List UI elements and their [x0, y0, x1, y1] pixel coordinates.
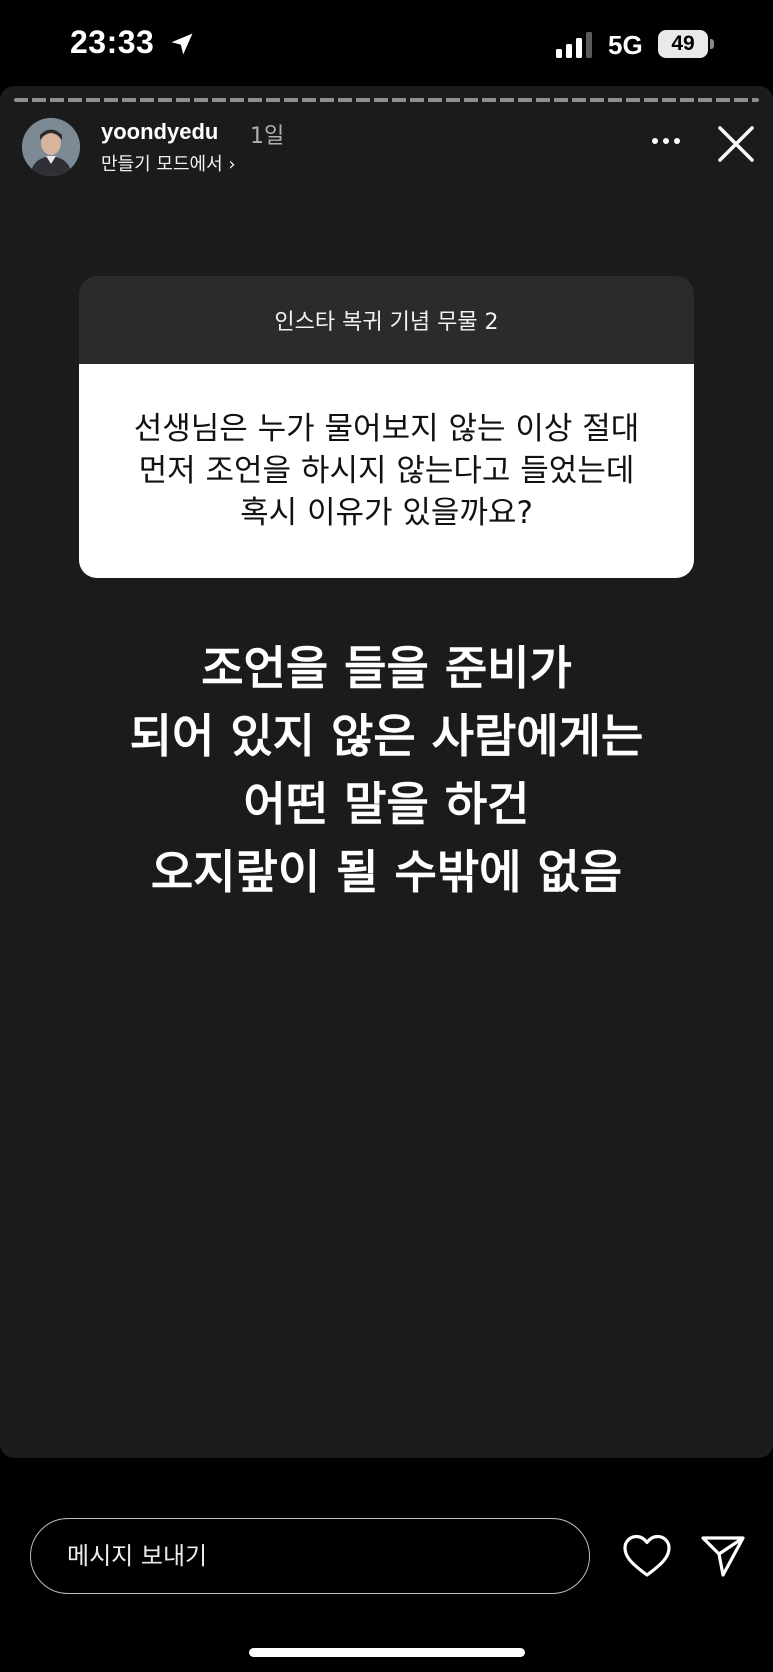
- avatar[interactable]: [22, 118, 80, 176]
- story-card[interactable]: yoondyedu 1일 만들기 모드에서 › 인스타 복귀 기념 무물 2 선…: [0, 86, 773, 1458]
- question-sticker-header: 인스타 복귀 기념 무물 2: [79, 276, 694, 364]
- question-sticker[interactable]: 인스타 복귀 기념 무물 2 선생님은 누가 물어보지 않는 이상 절대 먼저 …: [79, 276, 694, 578]
- message-input[interactable]: [30, 1518, 590, 1594]
- network-type: 5G: [608, 30, 643, 60]
- home-indicator: [249, 1648, 525, 1657]
- status-bar: 23:33 5G 49: [0, 0, 773, 88]
- story-progress-bar: [14, 98, 759, 102]
- cellular-signal-icon: [556, 32, 592, 58]
- story-time-ago: 1일: [250, 124, 285, 149]
- battery-icon: 49: [658, 30, 714, 58]
- location-arrow-icon: [171, 33, 193, 55]
- story-screen: 23:33 5G 49 yoondyedu 1일 만들기 모드에서 › 인스타 …: [0, 0, 773, 1672]
- create-mode-link[interactable]: 만들기 모드에서 ›: [101, 150, 236, 176]
- story-username[interactable]: yoondyedu: [101, 119, 218, 145]
- battery-level: 49: [658, 30, 708, 58]
- answer-text: 조언을 들을 준비가 되어 있지 않은 사람에게는 어떤 말을 하건 오지랖이 …: [129, 641, 644, 899]
- status-time: 23:33: [70, 24, 155, 60]
- avatar-image: [22, 118, 80, 176]
- heart-icon[interactable]: [622, 1533, 672, 1579]
- battery-cap: [710, 39, 714, 49]
- more-options-icon[interactable]: [646, 126, 686, 156]
- send-icon[interactable]: [700, 1533, 746, 1579]
- close-icon[interactable]: [716, 124, 756, 164]
- question-text: 선생님은 누가 물어보지 않는 이상 절대 먼저 조언을 하시지 않는다고 들었…: [79, 364, 694, 578]
